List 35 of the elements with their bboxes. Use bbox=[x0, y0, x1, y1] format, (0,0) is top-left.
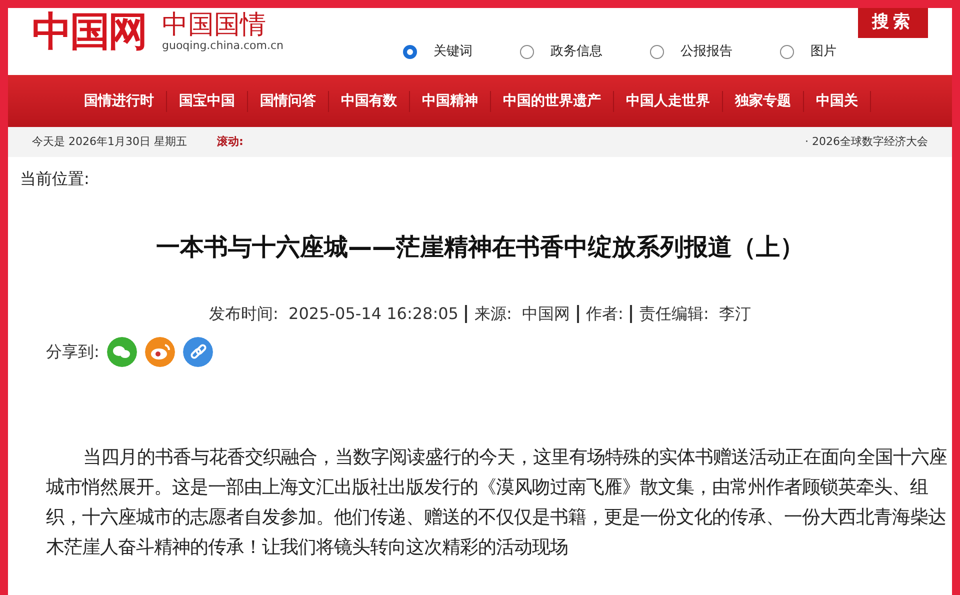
meta-text: 作者: bbox=[577, 305, 624, 323]
meta-text: 来源: 中国网 bbox=[465, 305, 570, 323]
wechat-icon[interactable] bbox=[107, 336, 138, 367]
radio-button[interactable] bbox=[650, 44, 664, 59]
link-icon[interactable] bbox=[183, 336, 214, 367]
radio-label: 公报报告 bbox=[680, 43, 732, 61]
date-text: 今天是 2026年1月30日 星期五 bbox=[32, 134, 187, 150]
meta-text: 责任编辑: 李汀 bbox=[630, 305, 751, 323]
nav-link[interactable]: 中国关 bbox=[804, 90, 871, 112]
article-paragraph: 当四月的书香与花香交织融合，当数字阅读盛行的今天，这里有场特殊的实体书赠送活动正在面向全国十六座城市悄然展开。这是一部由上海文汇出版社出版发行的《漠风吻过南飞雁》散文集，由常州作者顾锁英牵头、组织，十六座城市的志愿者自发参加。他们传递、赠送的不仅仅是书籍，更是一份文化的传承、一份大西北青海柴达木茫崖人奋斗精神的传承！让我们将镜头转向这次精彩的活动现场 bbox=[46, 446, 948, 560]
radio-button[interactable] bbox=[780, 44, 794, 59]
nav-link[interactable]: 国宝中国 bbox=[167, 90, 248, 112]
weibo-icon[interactable] bbox=[145, 336, 176, 367]
logo-domain: guoqing.china.com.cn bbox=[162, 38, 284, 54]
nav-link[interactable]: 中国有数 bbox=[329, 90, 410, 112]
logo-mark[interactable]: 中国网 bbox=[32, 12, 146, 52]
share-label: 分享到: bbox=[46, 342, 100, 360]
radio-button[interactable] bbox=[520, 44, 534, 59]
nav-link[interactable]: 国情进行时 bbox=[72, 90, 167, 112]
radio-button[interactable] bbox=[403, 44, 418, 59]
article-title: 一本书与十六座城——茫崖精神在书香中绽放系列报道（上） bbox=[155, 232, 805, 263]
ticker-item[interactable]: · 2026全球数字经济大会 bbox=[805, 134, 928, 150]
breadcrumb-label: 当前位置: bbox=[20, 168, 90, 190]
logo-name[interactable]: 中国国情 bbox=[162, 12, 284, 38]
radio-label: 政务信息 bbox=[550, 43, 602, 61]
nav-link[interactable]: 国情问答 bbox=[248, 90, 329, 112]
nav-link[interactable]: 独家专题 bbox=[723, 90, 804, 112]
nav-link[interactable]: 中国的世界遗产 bbox=[491, 90, 614, 112]
ticker-label: 滚动: bbox=[216, 134, 244, 150]
search-button[interactable]: 搜索 bbox=[858, 8, 928, 38]
radio-label: 关键词 bbox=[433, 43, 472, 61]
nav-link[interactable]: 中国精神 bbox=[410, 90, 491, 112]
radio-label: 图片 bbox=[810, 43, 836, 61]
nav-link[interactable]: 中国人走世界 bbox=[614, 90, 723, 112]
meta-text: 发布时间: 2025-05-14 16:28:05 bbox=[208, 305, 458, 323]
